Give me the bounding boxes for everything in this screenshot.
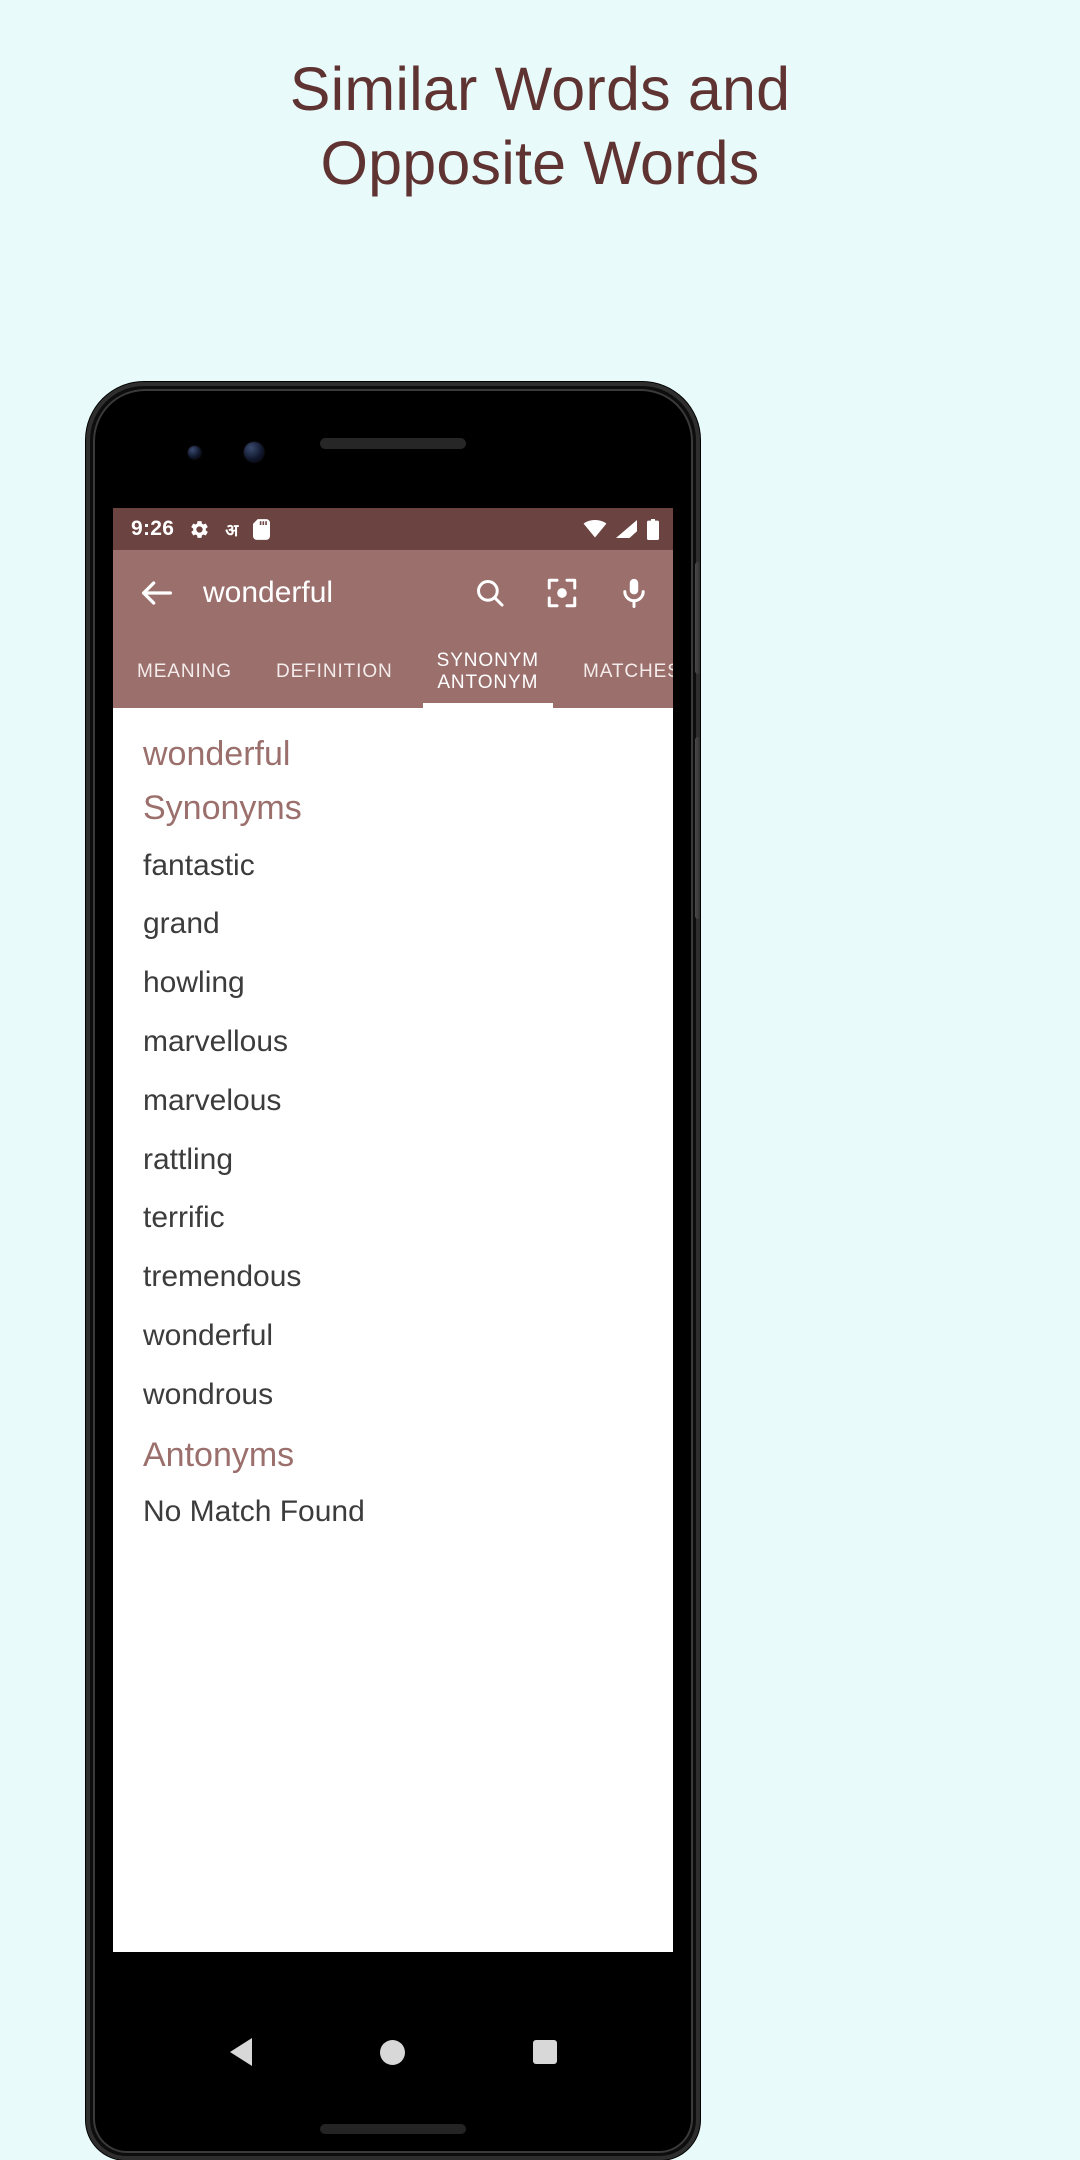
promo-headline-line-1: Similar Words and xyxy=(289,55,791,123)
tab-synonym-antonym[interactable]: SYNONYM ANTONYM xyxy=(415,636,561,708)
home-circle-icon[interactable] xyxy=(379,2039,405,2065)
status-bar-right xyxy=(583,518,659,540)
toolbar-title: wonderful xyxy=(203,576,334,609)
earpiece-speaker xyxy=(320,438,466,449)
list-item[interactable]: terrific xyxy=(113,1189,673,1248)
status-bar-left: 9:26 अ xyxy=(131,517,271,541)
battery-icon xyxy=(647,518,659,540)
list-item[interactable]: marvellous xyxy=(113,1013,673,1072)
synonyms-section-label: Synonyms xyxy=(143,789,302,828)
lens-scan-icon[interactable] xyxy=(545,576,579,610)
list-item[interactable]: wonderful xyxy=(113,1307,673,1366)
app-toolbar: wonderful xyxy=(113,550,673,636)
android-navigation-bar xyxy=(113,2006,673,2098)
tab-definition[interactable]: DEFINITION xyxy=(254,636,415,708)
list-item[interactable]: tremendous xyxy=(113,1248,673,1307)
tab-matches[interactable]: MATCHES xyxy=(561,636,673,708)
power-button[interactable] xyxy=(695,562,700,674)
list-item[interactable]: howling xyxy=(113,954,673,1013)
gear-icon xyxy=(191,520,208,538)
queried-word-heading: wonderful xyxy=(143,735,291,773)
list-item[interactable]: fantastic xyxy=(113,837,673,896)
promo-headline-line-2: Opposite Words xyxy=(320,129,760,198)
sensor-dot-icon xyxy=(188,446,201,459)
cellular-signal-icon xyxy=(616,520,637,538)
recents-square-icon[interactable] xyxy=(532,2040,557,2064)
arrow-back-icon[interactable] xyxy=(137,573,177,613)
microphone-icon[interactable] xyxy=(617,576,651,610)
antonyms-empty-message: No Match Found xyxy=(143,1494,365,1528)
bottom-speaker-grille xyxy=(320,2124,466,2134)
phone-device-frame: 9:26 अ wonderful MEANING DEFINITION SYNO… xyxy=(86,382,700,2160)
front-camera-icon xyxy=(244,442,264,462)
list-item[interactable]: rattling xyxy=(113,1131,673,1190)
list-item[interactable]: grand xyxy=(113,895,673,954)
status-bar: 9:26 अ xyxy=(113,508,673,550)
sd-card-icon xyxy=(253,518,271,540)
status-time: 9:26 xyxy=(131,517,175,540)
promo-headline: Similar Words and Opposite Words xyxy=(0,52,1080,201)
wifi-icon xyxy=(583,520,607,538)
volume-button[interactable] xyxy=(695,737,700,919)
back-triangle-icon[interactable] xyxy=(229,2038,252,2066)
list-item[interactable]: wondrous xyxy=(113,1366,673,1425)
promo-screenshot: Similar Words and Opposite Words 9:26 अ xyxy=(0,0,1080,2160)
tab-bar: MEANING DEFINITION SYNONYM ANTONYM MATCH… xyxy=(113,636,673,708)
synonym-antonym-content: wonderful Synonyms fantastic grand howli… xyxy=(113,708,673,1952)
search-icon[interactable] xyxy=(473,576,507,610)
antonyms-section-label: Antonyms xyxy=(143,1435,295,1474)
hindi-language-icon: अ xyxy=(225,520,239,541)
device-screen: 9:26 अ wonderful MEANING DEFINITION SYNO… xyxy=(113,508,673,1952)
toolbar-actions xyxy=(473,576,651,610)
list-item[interactable]: marvelous xyxy=(113,1072,673,1131)
tab-meaning[interactable]: MEANING xyxy=(115,636,254,708)
